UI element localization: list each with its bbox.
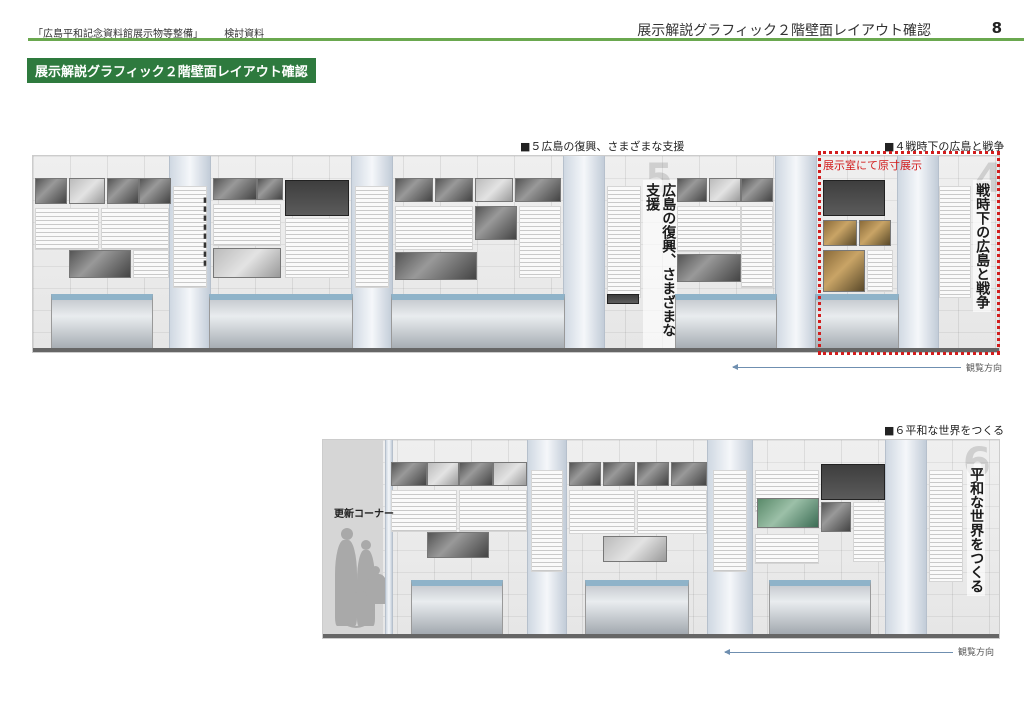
wheelchair-icon bbox=[337, 590, 375, 628]
exhibit-photo bbox=[435, 178, 473, 202]
caption-panel bbox=[213, 204, 281, 246]
exhibit-photo bbox=[741, 178, 773, 202]
exhibit-photo bbox=[677, 254, 741, 282]
caption-panel bbox=[35, 208, 99, 250]
pillar bbox=[563, 156, 605, 352]
exhibit-photo bbox=[395, 178, 433, 202]
pillar bbox=[775, 156, 817, 352]
direction-arrow bbox=[724, 649, 953, 655]
display-case bbox=[675, 294, 777, 352]
caption-panel bbox=[285, 218, 349, 278]
zone-title-5: 広島の復興、さまざまな支援 bbox=[643, 180, 678, 352]
exhibit-photo bbox=[257, 178, 283, 200]
exhibit-photo bbox=[671, 462, 707, 486]
caption-panel bbox=[677, 206, 741, 252]
caption-panel bbox=[519, 206, 561, 278]
exhibit-photo bbox=[709, 178, 741, 202]
exhibit-photo bbox=[475, 178, 513, 202]
exhibit-photo bbox=[427, 462, 459, 486]
display-case bbox=[51, 294, 153, 352]
full-scale-highlight bbox=[818, 151, 1000, 355]
update-corner-label: 更新コーナー bbox=[334, 509, 394, 520]
exhibit-photo bbox=[69, 250, 131, 278]
caption-panel bbox=[133, 250, 169, 278]
section-title: 展示解説グラフィック２階壁面レイアウト確認 bbox=[637, 23, 931, 39]
section-text-panel bbox=[531, 470, 563, 572]
exhibit-photo bbox=[213, 178, 257, 200]
vertical-heading: ▮▮▮▮▮▮▮▮ bbox=[201, 196, 209, 268]
caption-panel bbox=[459, 490, 527, 532]
exhibit-photo bbox=[35, 178, 67, 204]
exhibit-photo bbox=[569, 462, 601, 486]
section-text-panel bbox=[355, 186, 389, 288]
exhibit-photo bbox=[395, 252, 477, 280]
video-screen bbox=[821, 464, 885, 500]
exhibit-photo bbox=[757, 498, 819, 528]
section-text-panel bbox=[929, 470, 963, 582]
exhibit-photo bbox=[139, 178, 171, 204]
display-case bbox=[391, 294, 565, 352]
direction-label: 観覧方向 bbox=[966, 364, 1003, 374]
direction-label: 観覧方向 bbox=[958, 648, 995, 658]
exhibit-photo bbox=[637, 462, 669, 486]
exhibit-photo bbox=[677, 178, 707, 202]
section-tag: 展示解説グラフィック２階壁面レイアウト確認 bbox=[27, 58, 316, 83]
caption-panel bbox=[853, 502, 885, 562]
zone-label-5: ■５広島の復興、さまざまな支援 bbox=[520, 140, 685, 153]
exhibit-photo bbox=[213, 248, 281, 278]
caption-panel bbox=[741, 206, 773, 288]
exhibit-photo bbox=[475, 206, 517, 240]
video-screen bbox=[285, 180, 349, 216]
exhibit-photo bbox=[391, 462, 427, 486]
exhibit-photo bbox=[515, 178, 561, 202]
display-case bbox=[769, 580, 871, 638]
display-case bbox=[209, 294, 353, 352]
display-case bbox=[585, 580, 689, 638]
caption-panel bbox=[637, 490, 707, 534]
caption-panel bbox=[395, 206, 473, 250]
page-number: 8 bbox=[991, 19, 1002, 37]
direction-arrow bbox=[732, 364, 961, 370]
caption-panel bbox=[569, 490, 635, 534]
caption-panel bbox=[755, 534, 819, 564]
section-text-panel bbox=[713, 470, 747, 572]
zone-title-6: 平和な世界をつくる bbox=[967, 464, 986, 596]
exhibit-photo bbox=[69, 178, 105, 204]
header-rule bbox=[28, 38, 1024, 41]
exhibit-photo bbox=[427, 532, 489, 558]
display-case bbox=[411, 580, 503, 638]
wall-elevation-2: 6 平和な世界をつくる bbox=[322, 439, 1000, 639]
exhibit-photo bbox=[821, 502, 851, 532]
zone-label-6: ■６平和な世界をつくる bbox=[884, 424, 1005, 437]
exhibit-photo bbox=[493, 462, 527, 486]
pillar bbox=[885, 440, 927, 638]
exhibit-photo bbox=[603, 536, 667, 562]
exhibit-photo bbox=[107, 178, 139, 204]
label-plate bbox=[607, 294, 639, 304]
visitor-silhouette bbox=[341, 528, 353, 540]
full-scale-note: 展示室にて原寸展示 bbox=[823, 159, 922, 172]
caption-panel bbox=[391, 490, 457, 532]
exhibit-photo bbox=[459, 462, 493, 486]
section-text-panel bbox=[607, 186, 641, 298]
floor-line bbox=[323, 634, 999, 638]
caption-panel bbox=[101, 208, 169, 250]
visitor-silhouette bbox=[361, 540, 371, 550]
exhibit-photo bbox=[603, 462, 635, 486]
